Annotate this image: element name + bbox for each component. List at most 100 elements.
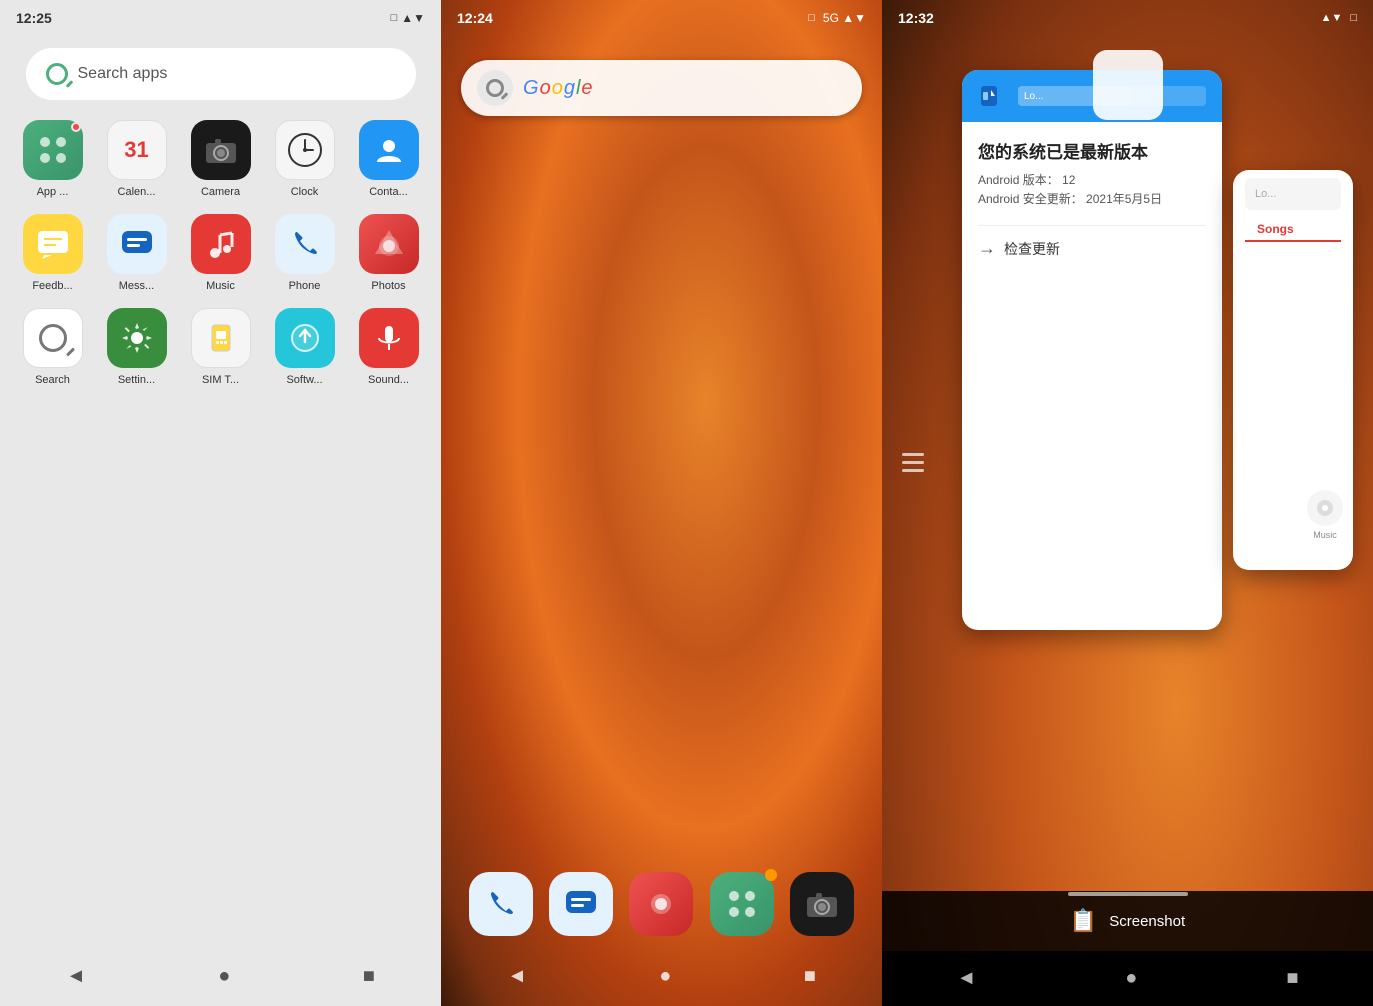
app-icon-messages [107,214,167,274]
app-label-music: Music [206,280,235,292]
screenshot-label: Screenshot [1109,913,1185,930]
app-label-appvault: App ... [37,186,69,198]
app-grid: App ... 31 Calen... Camera Clock [7,120,435,386]
dock-phone[interactable] [469,872,533,936]
magnifier-icon [486,79,504,97]
app-label-simt: SIM T... [202,374,239,386]
google-search-icon [477,70,513,106]
app-item-phone[interactable]: Phone [267,214,343,292]
app-label-messages: Mess... [119,280,154,292]
app-label-software: Softw... [286,374,322,386]
app-icon-software [275,308,335,368]
app-icon-feedback [23,214,83,274]
dock-bar [461,872,862,936]
badge-dot-appvault [71,122,81,132]
home-screen-panel: 12:24 □ 5G ▲▼ Google [441,0,882,1006]
home-button-2[interactable]: ● [659,965,671,988]
app-icon-phone [275,214,335,274]
status-icons-1: □ ▲▼ [391,11,425,25]
app-label-phone: Phone [289,280,321,292]
recent-card-settings[interactable]: Lo... 您的系统已是最新版本 Android 版本： 12 Android … [962,70,1222,630]
app-label-settings: Settin... [118,374,155,386]
app-icon-camera [191,120,251,180]
recent-card-music[interactable]: Lo... Songs Music [1233,170,1353,570]
dock-camera[interactable] [790,872,854,936]
app-item-clock[interactable]: Clock [267,120,343,198]
wallpaper [441,0,882,1006]
card-content-settings: 您的系统已是最新版本 Android 版本： 12 Android 安全更新： … [962,122,1222,275]
network-icon-2: 5G ▲▼ [823,11,866,25]
recent-apps-panel: 12:32 ▲▼ □ Lo... 您的系统 [882,0,1373,1006]
dock-appvault[interactable] [710,872,774,936]
dock-messages[interactable] [549,872,613,936]
google-search-bar[interactable]: Google [461,60,862,116]
check-update-label: 检查更新 [1004,239,1060,259]
white-square-overlay [1093,50,1163,120]
status-icons-2: □ 5G ▲▼ [808,11,866,25]
app-icon-music [191,214,251,274]
battery-icon-2: □ [808,12,815,24]
recents-button-2[interactable]: ■ [804,965,816,988]
music-search-mini: Lo... [1245,178,1341,210]
app-item-software[interactable]: Softw... [267,308,343,386]
screenshot-bar[interactable]: 📋 Screenshot [882,891,1373,951]
status-bar-2: 12:24 □ 5G ▲▼ [441,0,882,36]
home-button-1[interactable]: ● [218,965,230,988]
back-button-1[interactable]: ◄ [66,965,86,988]
search-placeholder: Search apps [78,65,168,83]
app-label-clock: Clock [291,186,319,198]
status-bar-3: 12:32 ▲▼ □ [882,0,1373,36]
settings-android-version: Android 版本： 12 [978,171,1206,190]
nav-bar-1: ◄ ● ■ [0,946,441,1006]
dock-photos[interactable] [629,872,693,936]
app-item-simt[interactable]: SIM T... [183,308,259,386]
app-item-feedback[interactable]: Feedb... [15,214,91,292]
status-time-1: 12:25 [16,10,52,26]
battery-icon-1: □ [391,12,398,24]
status-bar-1: 12:25 □ ▲▼ [0,0,441,36]
badge-dot-dock-appvault [765,869,777,881]
music-songs-tab[interactable]: Songs [1245,218,1341,242]
settings-check-update-row[interactable]: → 检查更新 [978,225,1206,259]
app-icon-sound [359,308,419,368]
app-item-messages[interactable]: Mess... [99,214,175,292]
app-icon-contacts [359,120,419,180]
nav-bar-3: ◄ ● ■ [882,951,1373,1006]
app-label-feedback: Feedb... [32,280,72,292]
app-search-bar[interactable]: Search apps [26,48,416,100]
app-item-calendar[interactable]: 31 Calen... [99,120,175,198]
nav-bar-2: ◄ ● ■ [441,946,882,1006]
app-item-settings[interactable]: Settin... [99,308,175,386]
app-icon-simt [191,308,251,368]
signal-icon-1: ▲▼ [401,11,425,25]
app-icon-photos [359,214,419,274]
recent-cards-area: Lo... 您的系统已是最新版本 Android 版本： 12 Android … [882,50,1373,886]
app-item-camera[interactable]: Camera [183,120,259,198]
back-button-3[interactable]: ◄ [957,967,977,990]
battery-icon-3: □ [1350,12,1357,24]
settings-update-title: 您的系统已是最新版本 [978,138,1206,163]
app-item-contacts[interactable]: Conta... [351,120,427,198]
app-item-music[interactable]: Music [183,214,259,292]
app-icon-clock [275,120,335,180]
music-bottom-icons: Music [1307,490,1343,540]
home-button-3[interactable]: ● [1125,967,1137,990]
music-card-body [1233,246,1353,306]
recents-button-3[interactable]: ■ [1286,967,1298,990]
app-item-sound[interactable]: Sound... [351,308,427,386]
settings-update-icon [978,85,1000,107]
arrow-right-icon: → [978,238,996,259]
app-icon-calendar: 31 [107,120,167,180]
search-icon [46,63,68,85]
app-item-search[interactable]: Search [15,308,91,386]
back-button-2[interactable]: ◄ [507,965,527,988]
app-label-contacts: Conta... [369,186,408,198]
google-logo: Google [523,77,594,100]
app-icon-appvault [23,120,83,180]
app-item-appvault[interactable]: App ... [15,120,91,198]
recents-button-1[interactable]: ■ [363,965,375,988]
app-item-photos[interactable]: Photos [351,214,427,292]
status-time-2: 12:24 [457,10,493,26]
screenshot-icon: 📋 [1070,908,1097,934]
app-label-camera: Camera [201,186,240,198]
